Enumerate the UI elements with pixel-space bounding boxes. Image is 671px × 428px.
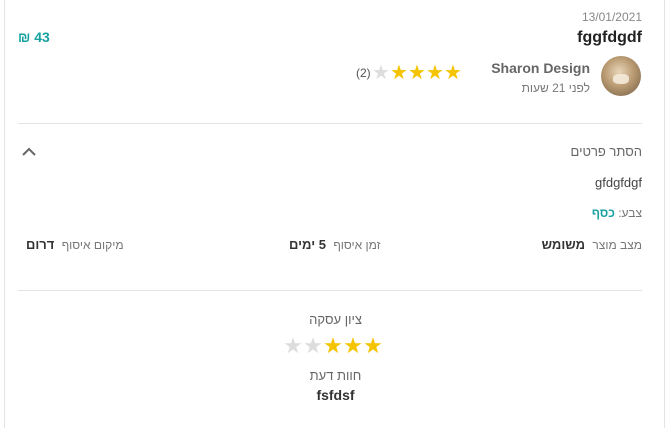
star-filled-icon: ★ [426, 62, 444, 84]
review-title: fggfdgdf [577, 29, 642, 46]
star-filled-icon: ★ [408, 62, 426, 84]
seller-avatar[interactable] [601, 56, 641, 96]
star-empty-icon: ★ [283, 333, 303, 358]
deal-rating-stars: ★ ★ ★ ★ ★ [283, 335, 383, 357]
condition-value: משומש [541, 237, 586, 252]
divider [18, 290, 642, 291]
seller-rating-stars: ★ ★ ★ ★ ★ [372, 63, 462, 83]
color-value: כסף [591, 206, 615, 220]
divider [18, 123, 642, 124]
deal-score-label: ציון עסקה [309, 312, 362, 327]
color-row: צבע: כסף [592, 206, 642, 220]
star-filled-icon: ★ [343, 333, 363, 358]
pickup-location-detail: מיקום איסוף דרום [26, 237, 124, 252]
star-filled-icon: ★ [444, 62, 462, 84]
item-description: gfdgfdgf [595, 175, 642, 190]
pickup-location-value: דרום [26, 237, 55, 252]
condition-detail: מצב מוצר משומש [542, 237, 642, 252]
pickup-time-label: זמן איסוף [333, 238, 381, 252]
hide-details-toggle[interactable]: הסתר פרטים [571, 144, 642, 159]
pickup-location-label: מיקום איסוף [61, 238, 124, 252]
star-filled-icon: ★ [390, 62, 408, 84]
opinion-label: חוות דעת [309, 368, 362, 383]
review-date: 13/01/2021 [581, 10, 642, 24]
star-filled-icon: ★ [363, 333, 383, 358]
seller-time-ago: לפני 21 שעות [521, 81, 590, 95]
star-empty-icon: ★ [303, 333, 323, 358]
seller-rating-count: (2) [356, 66, 371, 80]
opinion-value: fsfdsf [316, 387, 355, 403]
color-label: צבע: [618, 206, 642, 220]
pickup-time-value: 5 ימים [289, 237, 326, 252]
seller-name[interactable]: Sharon Design [491, 60, 590, 76]
pickup-time-detail: זמן איסוף 5 ימים [289, 237, 381, 252]
condition-label: מצב מוצר [592, 238, 642, 252]
price: 43 ₪ [18, 29, 50, 45]
star-filled-icon: ★ [323, 333, 343, 358]
star-empty-icon: ★ [372, 62, 390, 84]
review-card: 13/01/2021 fggfdgdf 43 ₪ Sharon Design ל… [4, 0, 665, 428]
chevron-up-icon[interactable] [21, 145, 37, 157]
